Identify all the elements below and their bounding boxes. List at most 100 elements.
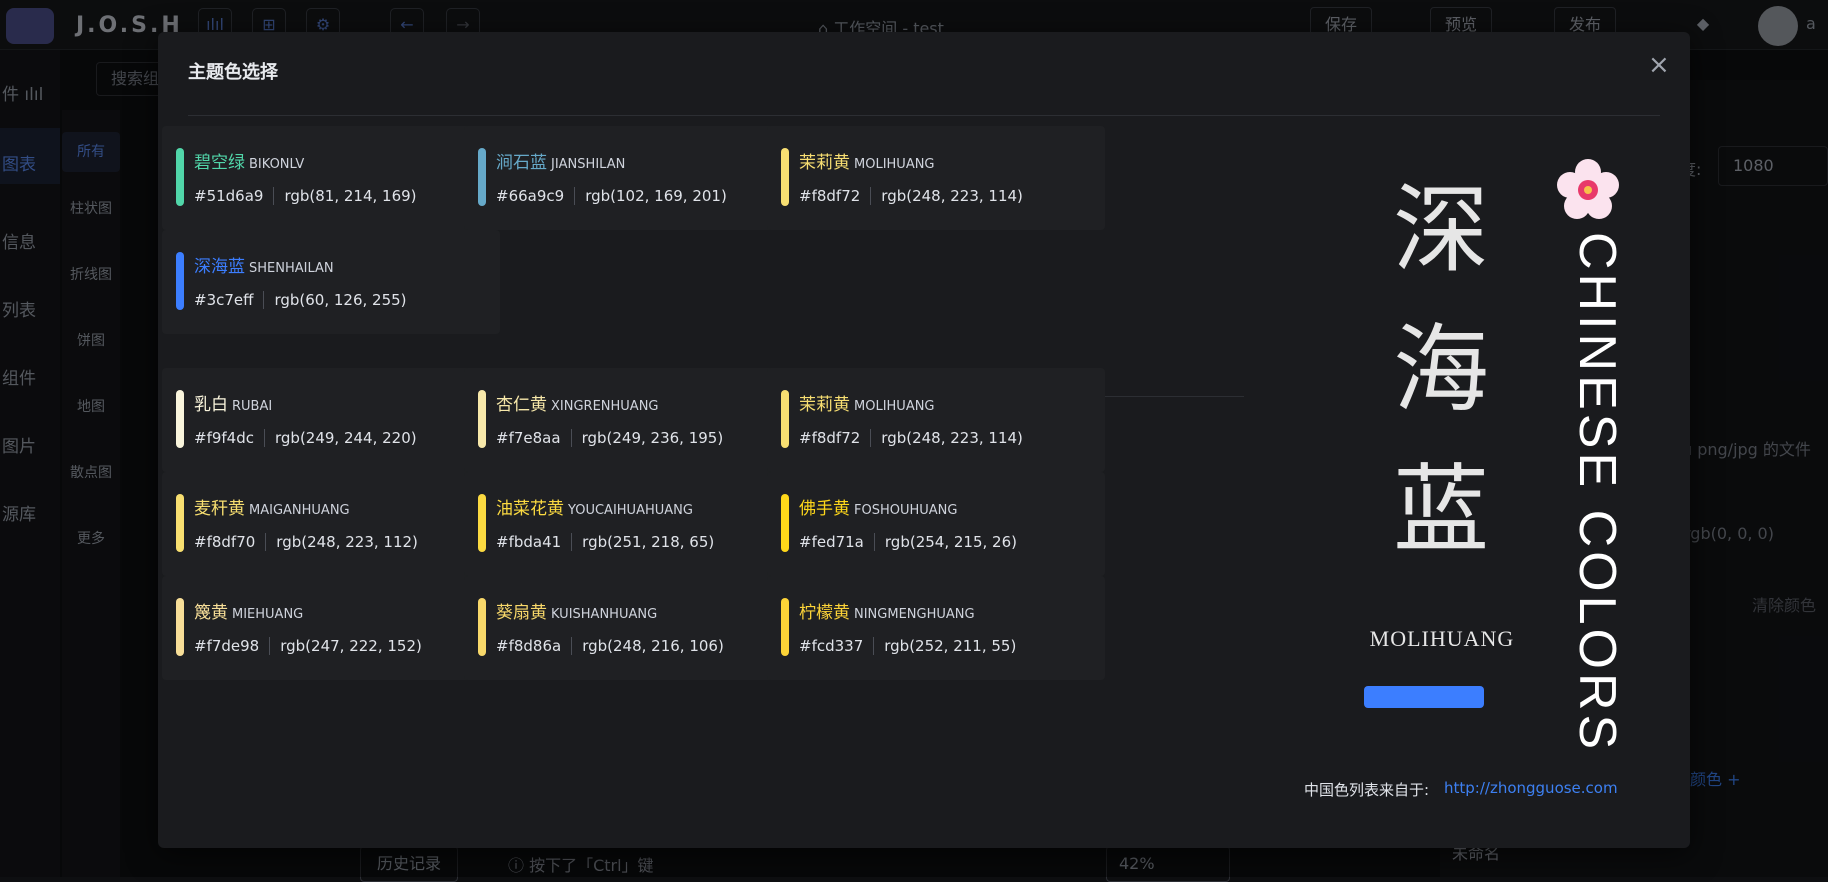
preview-swatch [1364, 686, 1484, 708]
close-icon[interactable]: × [1648, 50, 1670, 80]
preview-chinese-name: 深 海 蓝 [1386, 182, 1496, 558]
color-chinese-name: 杏仁黄 [496, 395, 547, 415]
modal-title: 主题色选择 [188, 62, 278, 83]
color-rgb: rgb(254, 215, 26) [884, 533, 1017, 551]
color-values: #f8df72 rgb(248, 223, 114) [799, 187, 1023, 205]
color-chinese-name: 茉莉黄 [799, 395, 850, 415]
color-rgb: rgb(248, 223, 112) [276, 533, 418, 551]
color-pinyin: SHENHAILAN [249, 261, 334, 276]
color-card-miehuang[interactable]: 篾黄 MIEHUANG #f7de98 rgb(247, 222, 152) [162, 576, 500, 680]
color-card-maiganhuang[interactable]: 麦秆黄 MAIGANHUANG #f8df70 rgb(248, 223, 112) [162, 472, 500, 576]
color-swatch-bar [781, 598, 789, 656]
color-pinyin: MOLIHUANG [854, 157, 935, 172]
color-swatch-bar [781, 494, 789, 552]
color-rgb: rgb(249, 244, 220) [275, 429, 417, 447]
color-values: #f8d86a rgb(248, 216, 106) [496, 637, 724, 655]
color-card-bikonlv[interactable]: 碧空绿 BIKONLV #51d6a9 rgb(81, 214, 169) [162, 126, 500, 230]
color-chinese-name: 油菜花黄 [496, 499, 564, 519]
color-rgb: rgb(249, 236, 195) [581, 429, 724, 447]
color-values: #fed71a rgb(254, 215, 26) [799, 533, 1017, 551]
color-hex: #f8df72 [799, 187, 872, 205]
color-hex: #f7de98 [194, 637, 271, 655]
color-card-kuishanhuang[interactable]: 葵扇黄 KUISHANHUANG #f8d86a rgb(248, 216, 106) [464, 576, 802, 680]
color-rgb: rgb(251, 218, 65) [582, 533, 715, 551]
color-pinyin: BIKONLV [249, 157, 305, 172]
color-pinyin: KUISHANHUANG [551, 607, 658, 622]
color-chinese-name: 柠檬黄 [799, 603, 850, 623]
color-card-molihuang[interactable]: 茉莉黄 MOLIHUANG #f8df72 rgb(248, 223, 114) [767, 368, 1105, 472]
modal-divider [188, 115, 1660, 116]
color-chinese-name: 佛手黄 [799, 499, 850, 519]
color-name: 葵扇黄 KUISHANHUANG [496, 598, 657, 623]
color-chinese-name: 茉莉黄 [799, 153, 850, 173]
color-swatch-bar [176, 494, 184, 552]
color-values: #f8df70 rgb(248, 223, 112) [194, 533, 418, 551]
color-pinyin: FOSHOUHUANG [854, 503, 958, 518]
color-swatch-bar [478, 390, 486, 448]
preview-pinyin: MOLIHUANG [1369, 626, 1515, 651]
color-chinese-name: 篾黄 [194, 603, 228, 623]
source-link[interactable]: http://zhongguose.com [1444, 779, 1618, 797]
color-hex: #f8df70 [194, 533, 267, 551]
color-name: 涧石蓝 JIANSHILAN [496, 148, 625, 173]
color-name: 柠檬黄 NINGMENGHUANG [799, 598, 975, 623]
color-name: 碧空绿 BIKONLV [194, 148, 304, 173]
color-name: 油菜花黄 YOUCAIHUAHUANG [496, 494, 693, 519]
color-card-molihuang[interactable]: 茉莉黄 MOLIHUANG #f8df72 rgb(248, 223, 114) [767, 126, 1105, 230]
color-chinese-name: 涧石蓝 [496, 153, 547, 173]
color-rgb: rgb(248, 223, 114) [881, 187, 1023, 205]
color-swatch-bar [176, 598, 184, 656]
color-card-xingrenhuang[interactable]: 杏仁黄 XINGRENHUANG #f7e8aa rgb(249, 236, 195) [464, 368, 802, 472]
color-chinese-name: 葵扇黄 [496, 603, 547, 623]
color-name: 乳白 RUBAI [194, 390, 272, 415]
color-hex: #f8d86a [496, 637, 573, 655]
source-label: 中国色列表来自于: [1304, 781, 1430, 799]
color-rgb: rgb(81, 214, 169) [284, 187, 417, 205]
color-hex: #fcd337 [799, 637, 875, 655]
color-card-rubai[interactable]: 乳白 RUBAI #f9f4dc rgb(249, 244, 220) [162, 368, 500, 472]
color-name: 茉莉黄 MOLIHUANG [799, 148, 935, 173]
color-name: 杏仁黄 XINGRENHUANG [496, 390, 659, 415]
plum-blossom-icon [1557, 159, 1619, 219]
color-rgb: rgb(248, 223, 114) [881, 429, 1023, 447]
color-card-ningmenghuang[interactable]: 柠檬黄 NINGMENGHUANG #fcd337 rgb(252, 211, 55) [767, 576, 1105, 680]
preview-char-1: 深 [1393, 174, 1489, 286]
color-values: #fbda41 rgb(251, 218, 65) [496, 533, 714, 551]
color-rgb: rgb(248, 216, 106) [582, 637, 724, 655]
color-name: 茉莉黄 MOLIHUANG [799, 390, 935, 415]
color-values: #51d6a9 rgb(81, 214, 169) [194, 187, 417, 205]
color-swatch-bar [176, 390, 184, 448]
color-name: 深海蓝 SHENHAILAN [194, 252, 334, 277]
color-chinese-name: 碧空绿 [194, 153, 245, 173]
color-card-youcaihuahuang[interactable]: 油菜花黄 YOUCAIHUAHUANG #fbda41 rgb(251, 218, 6… [464, 472, 802, 576]
color-card-foshouhuang[interactable]: 佛手黄 FOSHOUHUANG #fed71a rgb(254, 215, 26) [767, 472, 1105, 576]
color-hex: #fbda41 [496, 533, 573, 551]
theme-color-modal: 主题色选择 × 碧空绿 BIKONLV #51d6a9 rgb(81, 214, 16… [158, 32, 1690, 848]
color-swatch-bar [781, 390, 789, 448]
color-pinyin: MAIGANHUANG [249, 503, 350, 518]
color-values: #66a9c9 rgb(102, 169, 201) [496, 187, 727, 205]
color-swatch-bar [176, 148, 184, 206]
color-pinyin: XINGRENHUANG [551, 399, 659, 414]
color-hex: #66a9c9 [496, 187, 576, 205]
color-pinyin: JIANSHILAN [551, 157, 626, 172]
color-hex: #fed71a [799, 533, 875, 551]
color-values: #f9f4dc rgb(249, 244, 220) [194, 429, 417, 447]
color-values: #f7de98 rgb(247, 222, 152) [194, 637, 422, 655]
color-card-jianshilan[interactable]: 涧石蓝 JIANSHILAN #66a9c9 rgb(102, 169, 201) [464, 126, 802, 230]
color-card-shenhailan[interactable]: 深海蓝 SHENHAILAN #3c7eff rgb(60, 126, 255) [162, 230, 500, 334]
color-hex: #3c7eff [194, 291, 265, 309]
color-chinese-name: 麦秆黄 [194, 499, 245, 519]
color-swatch-bar [176, 252, 184, 310]
color-rgb: rgb(252, 211, 55) [884, 637, 1017, 655]
color-rgb: rgb(102, 169, 201) [585, 187, 727, 205]
color-name: 篾黄 MIEHUANG [194, 598, 303, 623]
preview-char-2: 海 [1393, 314, 1489, 426]
color-hex: #51d6a9 [194, 187, 275, 205]
color-pinyin: MIEHUANG [232, 607, 304, 622]
color-name: 麦秆黄 MAIGANHUANG [194, 494, 350, 519]
color-values: #f8df72 rgb(248, 223, 114) [799, 429, 1023, 447]
color-swatch-bar [781, 148, 789, 206]
color-hex: #f7e8aa [496, 429, 572, 447]
color-pinyin: YOUCAIHUAHUANG [568, 503, 693, 518]
